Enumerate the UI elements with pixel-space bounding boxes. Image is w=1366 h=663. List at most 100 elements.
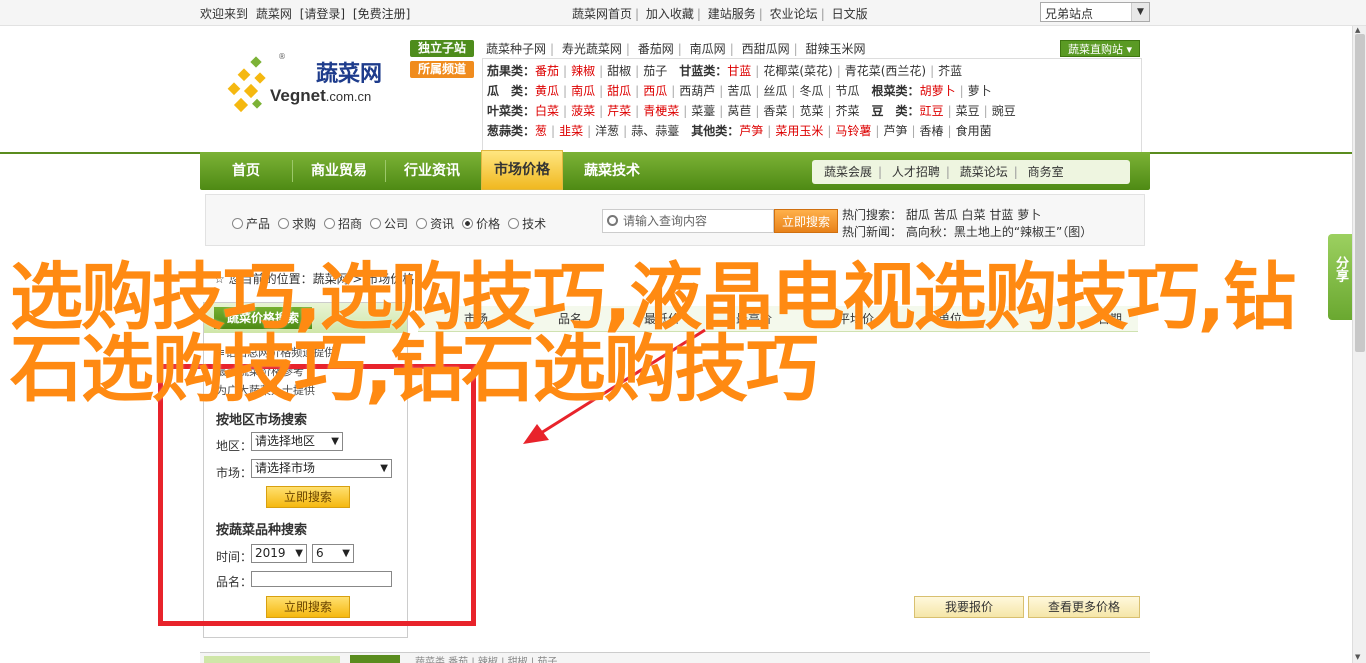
nav-technology[interactable]: 蔬菜技术 [566,152,658,190]
channel-link[interactable]: 菜薹 [691,104,715,118]
channel-rows: 茄果类：番茄 | 辣椒 | 甜椒 | 茄子 甘蓝类：甘蓝 | 花椰菜(菜花) | 青花菜(西兰花) |… [482,58,1142,154]
subnav-expo[interactable]: 蔬菜会展 [824,165,872,179]
channel-link[interactable]: 香菜 [763,104,787,118]
search-type-radio[interactable]: 价格 [462,215,500,232]
direct-purchase-button[interactable]: 蔬菜直购站 ▾ [1060,40,1140,57]
channel-link[interactable]: 丝瓜 [763,84,787,98]
channel-link[interactable]: 南瓜 [571,84,595,98]
channel-link[interactable]: 西瓜 [643,84,667,98]
top-link-favorite[interactable]: 加入收藏 [646,7,694,21]
search-type-radio[interactable]: 技术 [508,215,546,232]
channel-link[interactable]: 甜瓜 [607,84,631,98]
radio-label: 公司 [384,217,409,231]
hot-search-label: 热门搜索： [842,208,903,222]
search-button[interactable]: 立即搜索 [774,209,838,233]
separator: | [875,124,880,138]
channel-link[interactable]: 香椿 [920,124,944,138]
nav-trade[interactable]: 商业贸易 [293,152,385,190]
channel-link[interactable]: 青梗菜 [643,104,679,118]
channel-link[interactable]: 豌豆 [992,104,1016,118]
top-link-home[interactable]: 蔬菜网首页 [572,7,632,21]
subsite-link[interactable]: 甜辣玉米网 [805,42,865,56]
channel-link[interactable]: 西葫芦 [679,84,715,98]
search-type-radio[interactable]: 招商 [324,215,362,232]
hot-search-link[interactable]: 白菜 [962,208,986,222]
hot-search-link[interactable]: 甜瓜 [906,208,930,222]
top-link-forum[interactable]: 农业论坛 [770,7,818,21]
channel-link[interactable]: 甜椒 [607,64,631,78]
nav-home[interactable]: 首页 [200,152,292,190]
channel-link[interactable]: 芹菜 [607,104,631,118]
search-type-radio[interactable]: 公司 [370,215,408,232]
channel-link[interactable]: 莴苣 [727,104,751,118]
subnav-forum[interactable]: 蔬菜论坛 [960,165,1008,179]
subsite-link[interactable]: 蔬菜种子网 [486,42,546,56]
channel-link[interactable]: 菜用玉米 [775,124,823,138]
channel-link[interactable]: 青花菜(西兰花) [845,64,926,78]
radio-circle-icon [462,218,474,229]
hot-news-label: 热门新闻： [842,225,903,239]
search-type-radio[interactable]: 求购 [278,215,316,232]
subnav-office[interactable]: 商务室 [1028,165,1064,179]
subsite-link[interactable]: 南瓜网 [690,42,726,56]
search-input[interactable]: 请输入查询内容 [602,209,774,233]
search-type-radios: 产品 求购 招商 公司 资讯 价格 技术 [232,215,554,232]
scroll-down-icon[interactable]: ▼ [1355,653,1360,661]
channel-link[interactable]: 葱 [535,124,547,138]
separator: | [599,104,604,118]
channel-link[interactable]: 冬瓜 [799,84,823,98]
hot-search-link[interactable]: 苦瓜 [934,208,958,222]
channel-link[interactable]: 马铃薯 [835,124,871,138]
nav-market-price[interactable]: 市场价格 [481,150,563,190]
channel-link[interactable]: 甘蓝 [727,64,751,78]
channel-link[interactable]: 菜豆 [956,104,980,118]
site-logo[interactable]: ® 蔬菜网 Vegnet.com.cn [210,38,400,124]
subsite-link[interactable]: 寿光蔬菜网 [562,42,622,56]
channel-link[interactable]: 苦瓜 [727,84,751,98]
top-link-japanese[interactable]: 日文版 [832,7,868,21]
channel-link[interactable]: 芥蓝 [938,64,962,78]
category-panel: 独立子站 所属频道 蔬菜种子网 | 寿光蔬菜网 | 番茄网 | 南瓜网 | 西甜瓜网 | … [410,38,1142,154]
nav-news[interactable]: 行业资讯 [386,152,478,190]
share-tab[interactable]: 分享 [1328,234,1352,320]
channel-link[interactable]: 白菜 [535,104,559,118]
separator: | [947,104,952,118]
register-link[interactable]: [免费注册] [353,7,410,21]
channel-link[interactable]: 苋菜 [799,104,823,118]
channel-link[interactable]: 番茄 [535,64,559,78]
channel-link[interactable]: 豇豆 [920,104,944,118]
channel-link[interactable]: 菠菜 [571,104,595,118]
sister-sites-select[interactable]: 兄弟站点 ▼ [1040,2,1150,22]
channel-link[interactable]: 洋葱 [595,124,619,138]
channel-link[interactable]: 芦笋 [739,124,763,138]
channel-link[interactable]: 黄瓜 [535,84,559,98]
channel-link[interactable]: 胡萝卜 [920,84,956,98]
search-type-radio[interactable]: 资讯 [416,215,454,232]
scroll-thumb[interactable] [1355,34,1365,352]
scroll-up-icon[interactable]: ▲ [1355,26,1360,34]
channel-link[interactable]: 节瓜 [836,84,860,98]
channel-link[interactable]: 韭菜 [559,124,583,138]
subnav-jobs[interactable]: 人才招聘 [892,165,940,179]
channel-link[interactable]: 食用菌 [956,124,992,138]
hot-search-link[interactable]: 甘蓝 [989,208,1013,222]
hot-news-link[interactable]: 高向秋：黑土地上的“辣椒王”（图） [906,225,1092,239]
report-price-button[interactable]: 我要报价 [914,596,1024,618]
search-type-radio[interactable]: 产品 [232,215,270,232]
channel-link[interactable]: 芥菜 [836,104,860,118]
channel-link[interactable]: 萝卜 [968,84,992,98]
channel-link[interactable]: 茄子 [643,64,667,78]
site-link[interactable]: 蔬菜网 [256,7,292,21]
more-prices-button[interactable]: 查看更多价格 [1028,596,1140,618]
top-link-build[interactable]: 建站服务 [708,7,756,21]
subsite-link[interactable]: 西甜瓜网 [742,42,790,56]
hot-search-link[interactable]: 萝卜 [1017,208,1041,222]
channel-link[interactable]: 芦笋 [883,124,907,138]
subsite-link[interactable]: 番茄网 [638,42,674,56]
scrollbar[interactable]: ▲ ▼ [1352,26,1366,663]
channel-link[interactable]: 辣椒 [571,64,595,78]
channel-link[interactable]: 蒜、蒜薹 [631,124,679,138]
separator: | [563,84,568,98]
login-link[interactable]: [请登录] [300,7,345,21]
channel-link[interactable]: 花椰菜(菜花) [763,64,832,78]
